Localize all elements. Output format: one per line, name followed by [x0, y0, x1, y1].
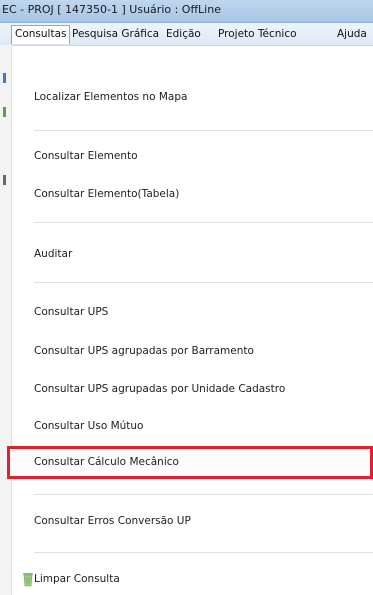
strip-marker	[3, 73, 6, 83]
item-consultar-ups-unidade[interactable]: Consultar UPS agrupadas por Unidade Cada…	[34, 380, 285, 398]
menu-ajuda[interactable]: Ajuda	[337, 26, 367, 42]
item-limpar-consulta[interactable]: Limpar Consulta	[34, 570, 120, 588]
item-consultar-erros-conversao[interactable]: Consultar Erros Conversão UP	[34, 512, 191, 530]
item-consultar-ups[interactable]: Consultar UPS	[34, 303, 108, 321]
menu-consultas[interactable]: Consultas	[11, 25, 71, 44]
menu-separator	[34, 552, 373, 553]
trash-icon	[23, 573, 33, 587]
item-consultar-uso-mutuo[interactable]: Consultar Uso Mútuo	[34, 417, 144, 435]
title-bar: EC - PROJ [ 147350-1 ] Usuário : OffLine	[0, 0, 373, 23]
consultas-dropdown: Localizar Elementos no Mapa Consultar El…	[7, 46, 373, 595]
left-side-strip	[0, 45, 12, 595]
item-consultar-calculo-mecanico[interactable]: Consultar Cálculo Mecânico	[34, 453, 179, 471]
menu-pesquisa-grafica[interactable]: Pesquisa Gráfica	[72, 26, 159, 42]
menu-projeto-tecnico[interactable]: Projeto Técnico	[218, 26, 297, 42]
item-consultar-ups-barramento[interactable]: Consultar UPS agrupadas por Barramento	[34, 342, 254, 360]
menu-separator	[34, 222, 373, 223]
menu-separator	[34, 282, 373, 283]
item-auditar[interactable]: Auditar	[34, 245, 72, 263]
menu-separator	[34, 130, 373, 131]
item-consultar-elemento-tabela[interactable]: Consultar Elemento(Tabela)	[34, 185, 179, 203]
strip-marker	[3, 175, 6, 185]
menu-edicao[interactable]: Edição	[166, 26, 201, 42]
item-consultar-elemento[interactable]: Consultar Elemento	[34, 147, 138, 165]
menu-separator	[34, 494, 373, 495]
item-localizar-elementos[interactable]: Localizar Elementos no Mapa	[34, 88, 187, 106]
window-title: EC - PROJ [ 147350-1 ] Usuário : OffLine	[2, 3, 221, 16]
menu-bar: Consultas Pesquisa Gráfica Edição Projet…	[0, 23, 373, 46]
strip-marker	[3, 107, 6, 117]
